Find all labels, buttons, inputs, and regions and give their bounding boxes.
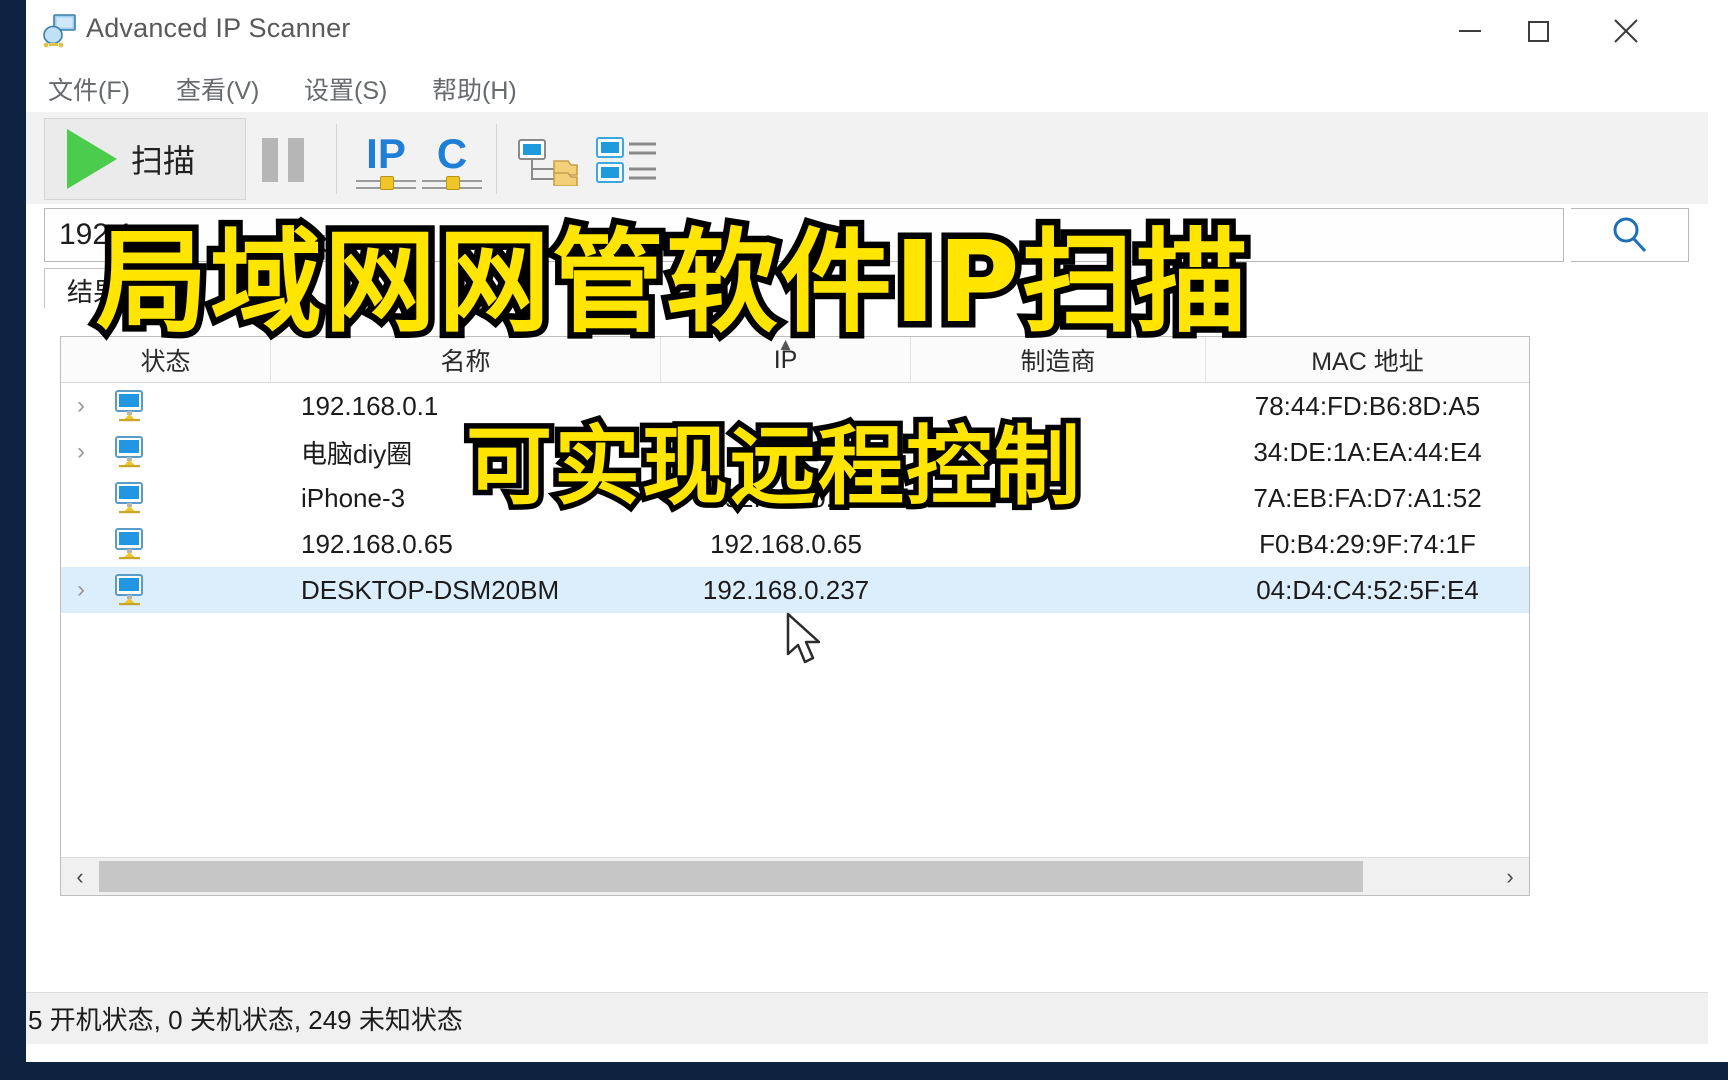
list-view-button[interactable] [596,136,658,191]
pause-button[interactable] [262,138,304,182]
minimize-button[interactable] [1436,0,1504,62]
pause-icon-bar2 [288,138,304,182]
overlay-headline: 局域网网管软件IP扫描 [90,212,1255,355]
table-row[interactable]: 192.168.0.65 192.168.0.65 F0:B4:29:9F:74… [61,521,1529,567]
toolbar: 扫描 IP C [26,112,1708,204]
search-icon [1613,217,1646,253]
column-header-mac[interactable]: MAC 地址 [1206,337,1529,383]
expand-chevron-icon[interactable]: › [77,393,85,419]
ip-tool-button[interactable]: IP [356,130,416,190]
cell-mac: 7A:EB:FA:D7:A1:52 [1253,482,1482,513]
cell-name: 192.168.0.65 [301,528,453,559]
c-slider-icon [422,176,482,190]
minimize-icon [1459,30,1481,32]
play-icon [67,129,117,189]
toolbar-separator-2 [496,124,497,194]
c-tool-label: C [436,130,468,177]
scroll-left-arrow-icon[interactable]: ‹ [61,858,99,895]
cell-vendor [911,567,1206,613]
horizontal-scrollbar[interactable]: ‹ › [61,857,1529,895]
advanced-ip-scanner-window: Advanced IP Scanner 文件(F) 查看(V) 设置(S) 帮助… [26,0,1708,1062]
expand-chevron-icon[interactable]: › [77,439,85,465]
title-bar: Advanced IP Scanner [26,0,1708,62]
c-tool-button[interactable]: C [422,130,482,190]
window-title: Advanced IP Scanner [86,13,351,43]
cell-name: DESKTOP-DSM20BM [301,574,560,605]
cell-ip: 192.168.0.237 [702,574,870,605]
tree-view-button[interactable] [518,136,580,191]
video-rail-right [1708,0,1728,1080]
cell-mac: F0:B4:29:9F:74:1F [1259,528,1476,559]
mouse-cursor [786,612,826,673]
menu-item-view[interactable]: 查看(V) [176,71,259,107]
menu-item-settings[interactable]: 设置(S) [304,71,387,107]
menu-item-file[interactable]: 文件(F) [48,71,130,107]
expand-chevron-icon[interactable]: › [77,577,85,603]
cell-mac: 78:44:FD:B6:8D:A5 [1254,390,1481,421]
cell-vendor [911,521,1206,567]
cell-ip: 192.168.0.65 [710,528,862,559]
scan-button[interactable]: 扫描 [44,118,246,200]
scroll-right-arrow-icon[interactable]: › [1491,858,1529,895]
menu-item-help[interactable]: 帮助(H) [432,71,517,107]
computer-online-icon [113,574,147,606]
ip-slider-icon [356,176,416,190]
video-rail-left [0,0,26,1080]
network-scanner-icon [40,12,78,50]
status-text: 5 开机状态, 0 关机状态, 249 未知状态 [28,1005,463,1035]
table-row-selected[interactable]: › DESKTOP-DSM20BM 192.168.0.237 04:D4:C4… [61,567,1529,613]
computer-online-icon [113,528,147,560]
cell-mac: 34:DE:1A:EA:44:E4 [1253,436,1482,467]
cell-mac: 04:D4:C4:52:5F:E4 [1256,574,1479,605]
computer-online-icon [113,436,147,468]
computer-online-icon [113,482,147,514]
scrollbar-thumb[interactable] [99,861,1363,892]
maximize-button[interactable] [1504,0,1572,62]
video-bottom-band [0,1062,1728,1080]
maximize-icon [1527,20,1549,42]
toolbar-separator-1 [336,124,337,194]
status-bar: 5 开机状态, 0 关机状态, 249 未知状态 [26,992,1708,1044]
close-icon [1614,19,1638,43]
overlay-subline: 可实现远程控制 [461,412,1086,523]
ip-tool-label: IP [366,130,406,177]
menu-bar: 文件(F) 查看(V) 设置(S) 帮助(H) [26,62,1708,112]
scan-button-label: 扫描 [131,143,196,179]
close-button[interactable] [1592,0,1660,62]
computer-online-icon [113,390,147,422]
screen-root: Advanced IP Scanner 文件(F) 查看(V) 设置(S) 帮助… [0,0,1728,1080]
pause-icon [262,138,278,182]
list-view-icon [596,137,656,183]
search-button[interactable] [1571,208,1689,262]
tree-view-icon [518,139,578,187]
